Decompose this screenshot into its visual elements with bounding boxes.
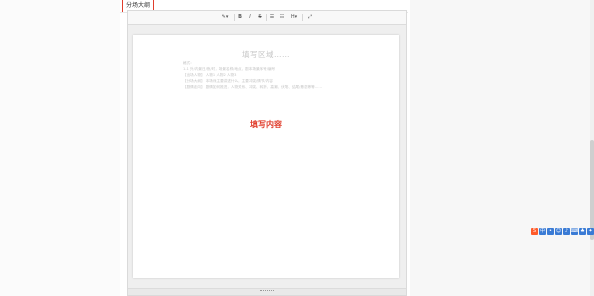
right-margin [410,0,594,296]
rich-text-editor: ✎▾ B I S ☰ ☷ H▾ ⤢ 填写区域…… 格式： 1-1 外/内景日/夜… [127,10,407,296]
font-size-dropdown-button[interactable]: H▾ [288,13,300,21]
toolbar-separator [302,14,303,21]
fullscreen-button[interactable]: ⤢ [306,13,314,21]
ime-tools-icon[interactable]: ✦ [587,228,594,235]
ime-keyboard-icon[interactable]: ⌨ [571,228,578,235]
format-line: 格式： [183,61,194,65]
ordered-list-button[interactable]: ☰ [268,13,276,21]
unordered-list-button[interactable]: ☷ [278,13,286,21]
editor-statusbar [128,288,406,295]
resize-handle[interactable] [260,290,274,293]
editor-content-area[interactable]: 填写区域…… 格式： 1-1 外/内景日/夜/时，场景名称/地点，剧本场景序号/… [133,35,399,278]
ime-chinese-icon[interactable]: 中 [539,228,546,235]
ime-punctuation-icon[interactable]: • [547,228,554,235]
format-line: 【分场大纲】 本场戏主要讲述什么，主要冲突/情节/内容 [183,79,273,83]
fill-content-placeholder: 填写内容 [250,120,282,129]
editor-toolbar: ✎▾ B I S ☰ ☷ H▾ ⤢ [128,11,406,25]
format-line: 【出场人物】 人物1 人物2 人物3 [183,73,237,77]
toolbar-separator [234,14,235,21]
ime-emoji-icon[interactable]: ☺ [555,228,562,235]
ime-skin-icon[interactable]: ♣ [579,228,586,235]
magic-wand-dropdown-button[interactable]: ✎▾ [218,13,232,21]
page-scrollbar[interactable] [590,0,594,296]
italic-button[interactable]: I [246,13,254,21]
ime-toolbar: S 中 • ☺ ♪ ⌨ ♣ ✦ [531,227,594,236]
format-line: 【剧情走向】 剧情如何推进，人物关系、冲突、转折、高潮、伏笔、结尾/悬念等等…… [183,85,322,89]
bold-button[interactable]: B [236,13,244,21]
toolbar-separator [266,14,267,21]
format-line: 1-1 外/内景日/夜/时，场景名称/地点，剧本场景序号/编号 [183,67,276,71]
ime-mic-icon[interactable]: ♪ [563,228,570,235]
ime-logo-icon[interactable]: S [531,228,538,235]
document-title: 填写区域…… [242,50,290,59]
strikethrough-button[interactable]: S [256,13,264,21]
left-margin [0,0,120,296]
scrollbar-thumb[interactable] [590,140,594,240]
